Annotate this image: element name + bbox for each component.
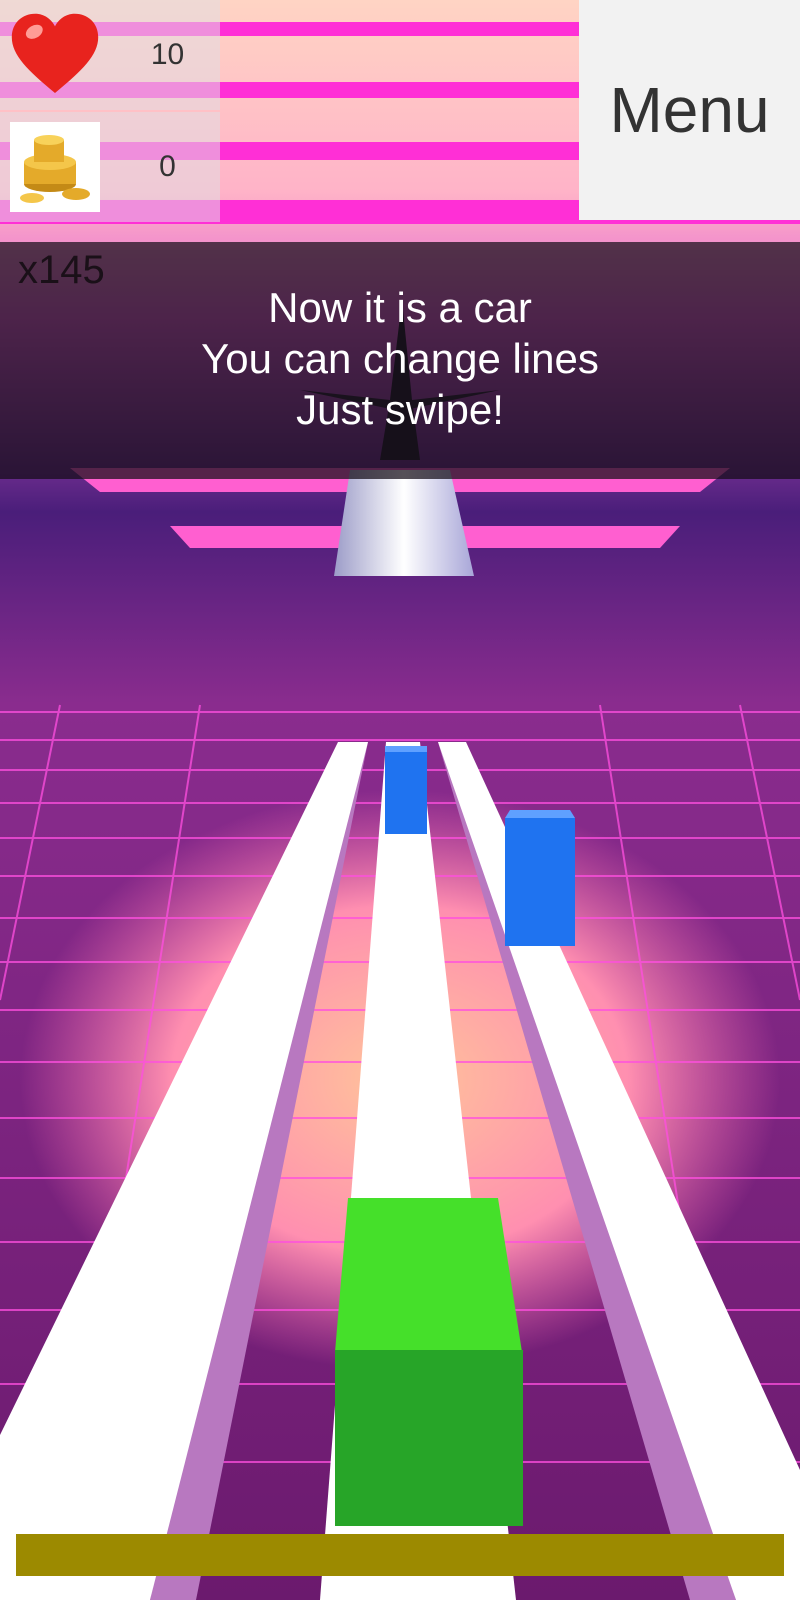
tutorial-line: You can change lines — [201, 335, 599, 382]
tutorial-line: Now it is a car — [268, 284, 532, 331]
lives-count: 10 — [150, 38, 185, 71]
obstacle-block-center — [385, 746, 427, 834]
menu-button[interactable]: Menu — [579, 0, 800, 220]
tutorial-line: Just swipe! — [296, 386, 504, 433]
progress-bar — [16, 1534, 784, 1576]
tutorial-overlay: x145 Now it is a car You can change line… — [0, 242, 800, 479]
coins-count: 0 — [159, 150, 176, 183]
player-car — [335, 1198, 523, 1526]
game-scene[interactable] — [0, 0, 800, 1600]
heart-icon — [11, 13, 99, 93]
obstacle-block-right — [505, 810, 575, 946]
lives-panel: 10 — [0, 0, 220, 110]
coin-stack-icon — [10, 122, 100, 212]
tutorial-message: Now it is a car You can change lines Jus… — [0, 282, 800, 435]
coins-panel: 0 — [0, 112, 220, 222]
progress-fill — [16, 1534, 784, 1576]
